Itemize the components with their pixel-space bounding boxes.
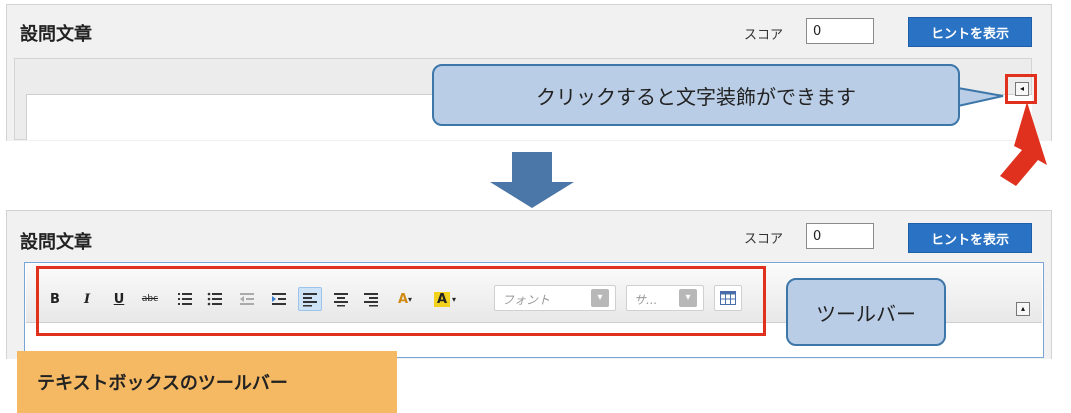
toggle-highlight-box — [1005, 74, 1037, 104]
toolbar-toggle-icon-2[interactable]: ▴ — [1016, 302, 1030, 316]
score-label-2: スコア — [744, 232, 784, 247]
callout-toolbar: ツールバー — [786, 278, 946, 346]
down-arrow-icon — [490, 152, 574, 208]
show-hint-button[interactable]: ヒントを表示 — [908, 17, 1032, 47]
toolbar-highlight-box — [36, 266, 766, 336]
score-input-2[interactable]: 0 — [806, 223, 874, 249]
score-input[interactable]: 0 — [806, 18, 874, 44]
caption-label: テキストボックスのツールバー — [17, 351, 397, 413]
show-hint-button-2[interactable]: ヒントを表示 — [908, 223, 1032, 253]
question-text-title: 設問文章 — [20, 24, 92, 45]
score-label: スコア — [744, 28, 784, 43]
callout-click-hint: クリックすると文字装飾ができます — [432, 64, 960, 126]
question-text-title-2: 設問文章 — [20, 232, 92, 253]
